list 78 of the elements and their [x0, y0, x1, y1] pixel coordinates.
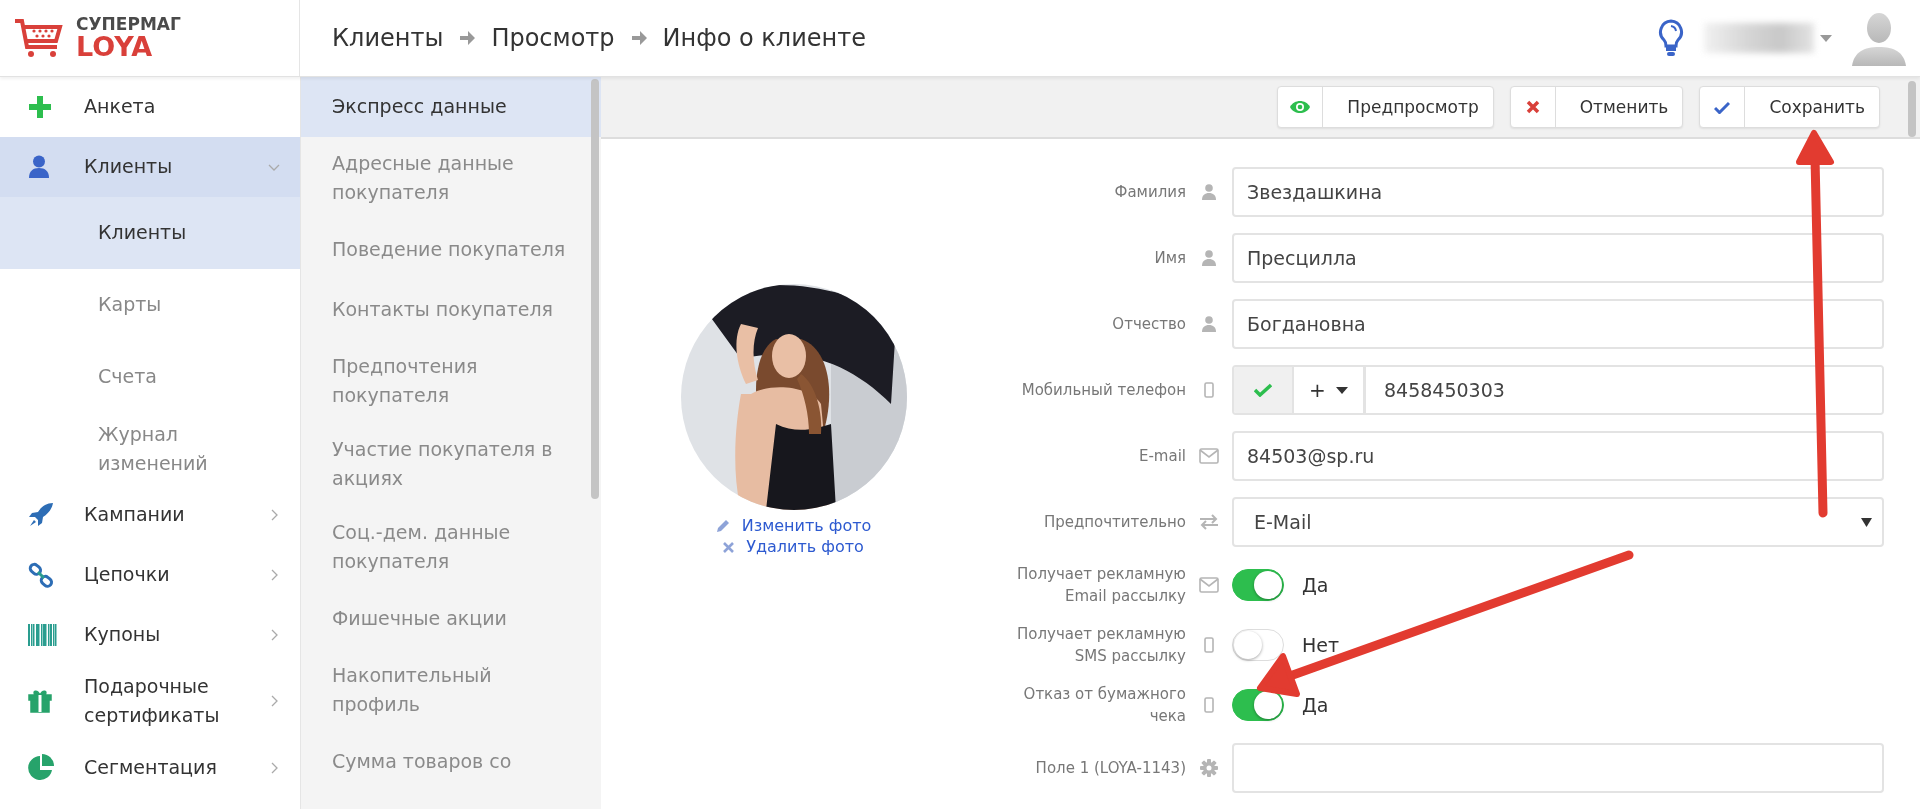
phone-icon [1204, 697, 1214, 713]
checkmark-icon [1714, 100, 1731, 114]
edit-photo-link[interactable]: Изменить фото [715, 516, 872, 537]
nav-item[interactable]: Подарочные сертификаты [0, 665, 300, 738]
field-label: Фамилия [1113, 182, 1186, 203]
arrow-right-icon [630, 30, 647, 46]
close-icon [723, 541, 735, 553]
scrollbar-thumb[interactable] [591, 79, 599, 499]
checkmark-icon [1254, 383, 1272, 397]
blurred-username[interactable] [1704, 23, 1814, 53]
gift-icon [28, 689, 52, 714]
lightbulb-icon[interactable] [1658, 19, 1684, 57]
field-label: Отчество [1111, 314, 1186, 335]
toggle-switch[interactable] [1232, 569, 1284, 601]
logo-brand: LOYA [76, 33, 154, 60]
phone-icon [1204, 382, 1214, 398]
field-label: Предпочтительно [1042, 512, 1186, 533]
person-icon [1202, 316, 1216, 332]
plus-icon [28, 95, 52, 119]
text-field[interactable] [1232, 743, 1884, 793]
submenu-item[interactable]: Журнал изменений [0, 413, 300, 485]
text-field[interactable]: Пресцилла [1232, 233, 1884, 283]
nav-item[interactable]: Купоны [0, 605, 300, 665]
swap-arrows-icon [1199, 514, 1219, 530]
text-field[interactable]: Богдановна [1232, 299, 1884, 349]
field-label: Получает рекламную Email рассылку [1016, 564, 1186, 607]
logo-title: СУПЕРМАГ [76, 16, 181, 33]
breadcrumb[interactable]: Просмотр [491, 24, 615, 52]
breadcrumb[interactable]: Клиенты [332, 24, 444, 52]
field-label: Получает рекламную SMS рассылку [1016, 624, 1186, 667]
rocket-icon [28, 502, 54, 528]
eye-icon [1290, 100, 1311, 114]
cancel-button[interactable]: Отменить [1509, 86, 1684, 128]
save-button[interactable]: Сохранить [1699, 86, 1880, 128]
envelope-icon [1199, 448, 1219, 464]
barcode-icon [28, 624, 58, 646]
phone-field[interactable]: + 8458450303 [1232, 365, 1884, 415]
delete-photo-link[interactable]: Удалить фото [723, 536, 864, 558]
toggle-state-label: Да [1302, 574, 1329, 596]
phone-icon [1204, 637, 1214, 653]
submenu-item[interactable]: Карты [0, 269, 300, 341]
field-label: E-mail [1137, 446, 1186, 467]
nav-item[interactable]: Кампании [0, 485, 300, 545]
toggle-switch[interactable] [1232, 689, 1284, 721]
dropdown[interactable]: E-Mail [1232, 497, 1884, 547]
toggle-state-label: Да [1302, 694, 1329, 716]
chain-icon [28, 562, 54, 588]
field-label: Мобильный телефон [1020, 380, 1186, 401]
field-label: Имя [1153, 248, 1186, 269]
pie-chart-icon [28, 753, 56, 782]
gear-icon [1200, 759, 1218, 777]
nav-item[interactable]: Сегментация [0, 737, 300, 798]
close-icon [1525, 100, 1540, 114]
nav-item[interactable]: Цепочки [0, 545, 300, 605]
arrow-right-icon [459, 30, 476, 46]
nav-item[interactable]: Клиенты [0, 137, 300, 197]
caret-icon [1335, 386, 1348, 394]
text-field[interactable]: Звездашкина [1232, 167, 1884, 217]
submenu-item[interactable]: Клиенты [0, 197, 300, 269]
field-label: Отказ от бумажного чека [1022, 684, 1186, 727]
avatar-silhouette[interactable] [1852, 10, 1906, 66]
nav-item[interactable]: Анкета [0, 77, 300, 137]
person-icon [28, 155, 50, 179]
text-field[interactable]: 84503@sp.ru [1232, 431, 1884, 481]
caret-icon [1861, 517, 1872, 527]
section-item[interactable]: Экспресс данные [301, 77, 601, 137]
cart-logo-icon [14, 18, 64, 58]
person-icon [1202, 250, 1216, 266]
pencil-icon [715, 519, 730, 534]
toggle-state-label: Нет [1302, 634, 1340, 656]
caret-icon[interactable] [1820, 34, 1832, 42]
breadcrumb: Инфо о клиенте [662, 24, 866, 52]
person-icon [1202, 184, 1216, 200]
preview-button[interactable]: Предпросмотр [1277, 86, 1494, 128]
envelope-icon [1199, 577, 1219, 593]
submenu-item[interactable]: Счета [0, 341, 300, 413]
field-label: Поле 1 (LOYA-1143) [1034, 758, 1186, 779]
scrollbar-thumb[interactable] [1908, 81, 1916, 137]
